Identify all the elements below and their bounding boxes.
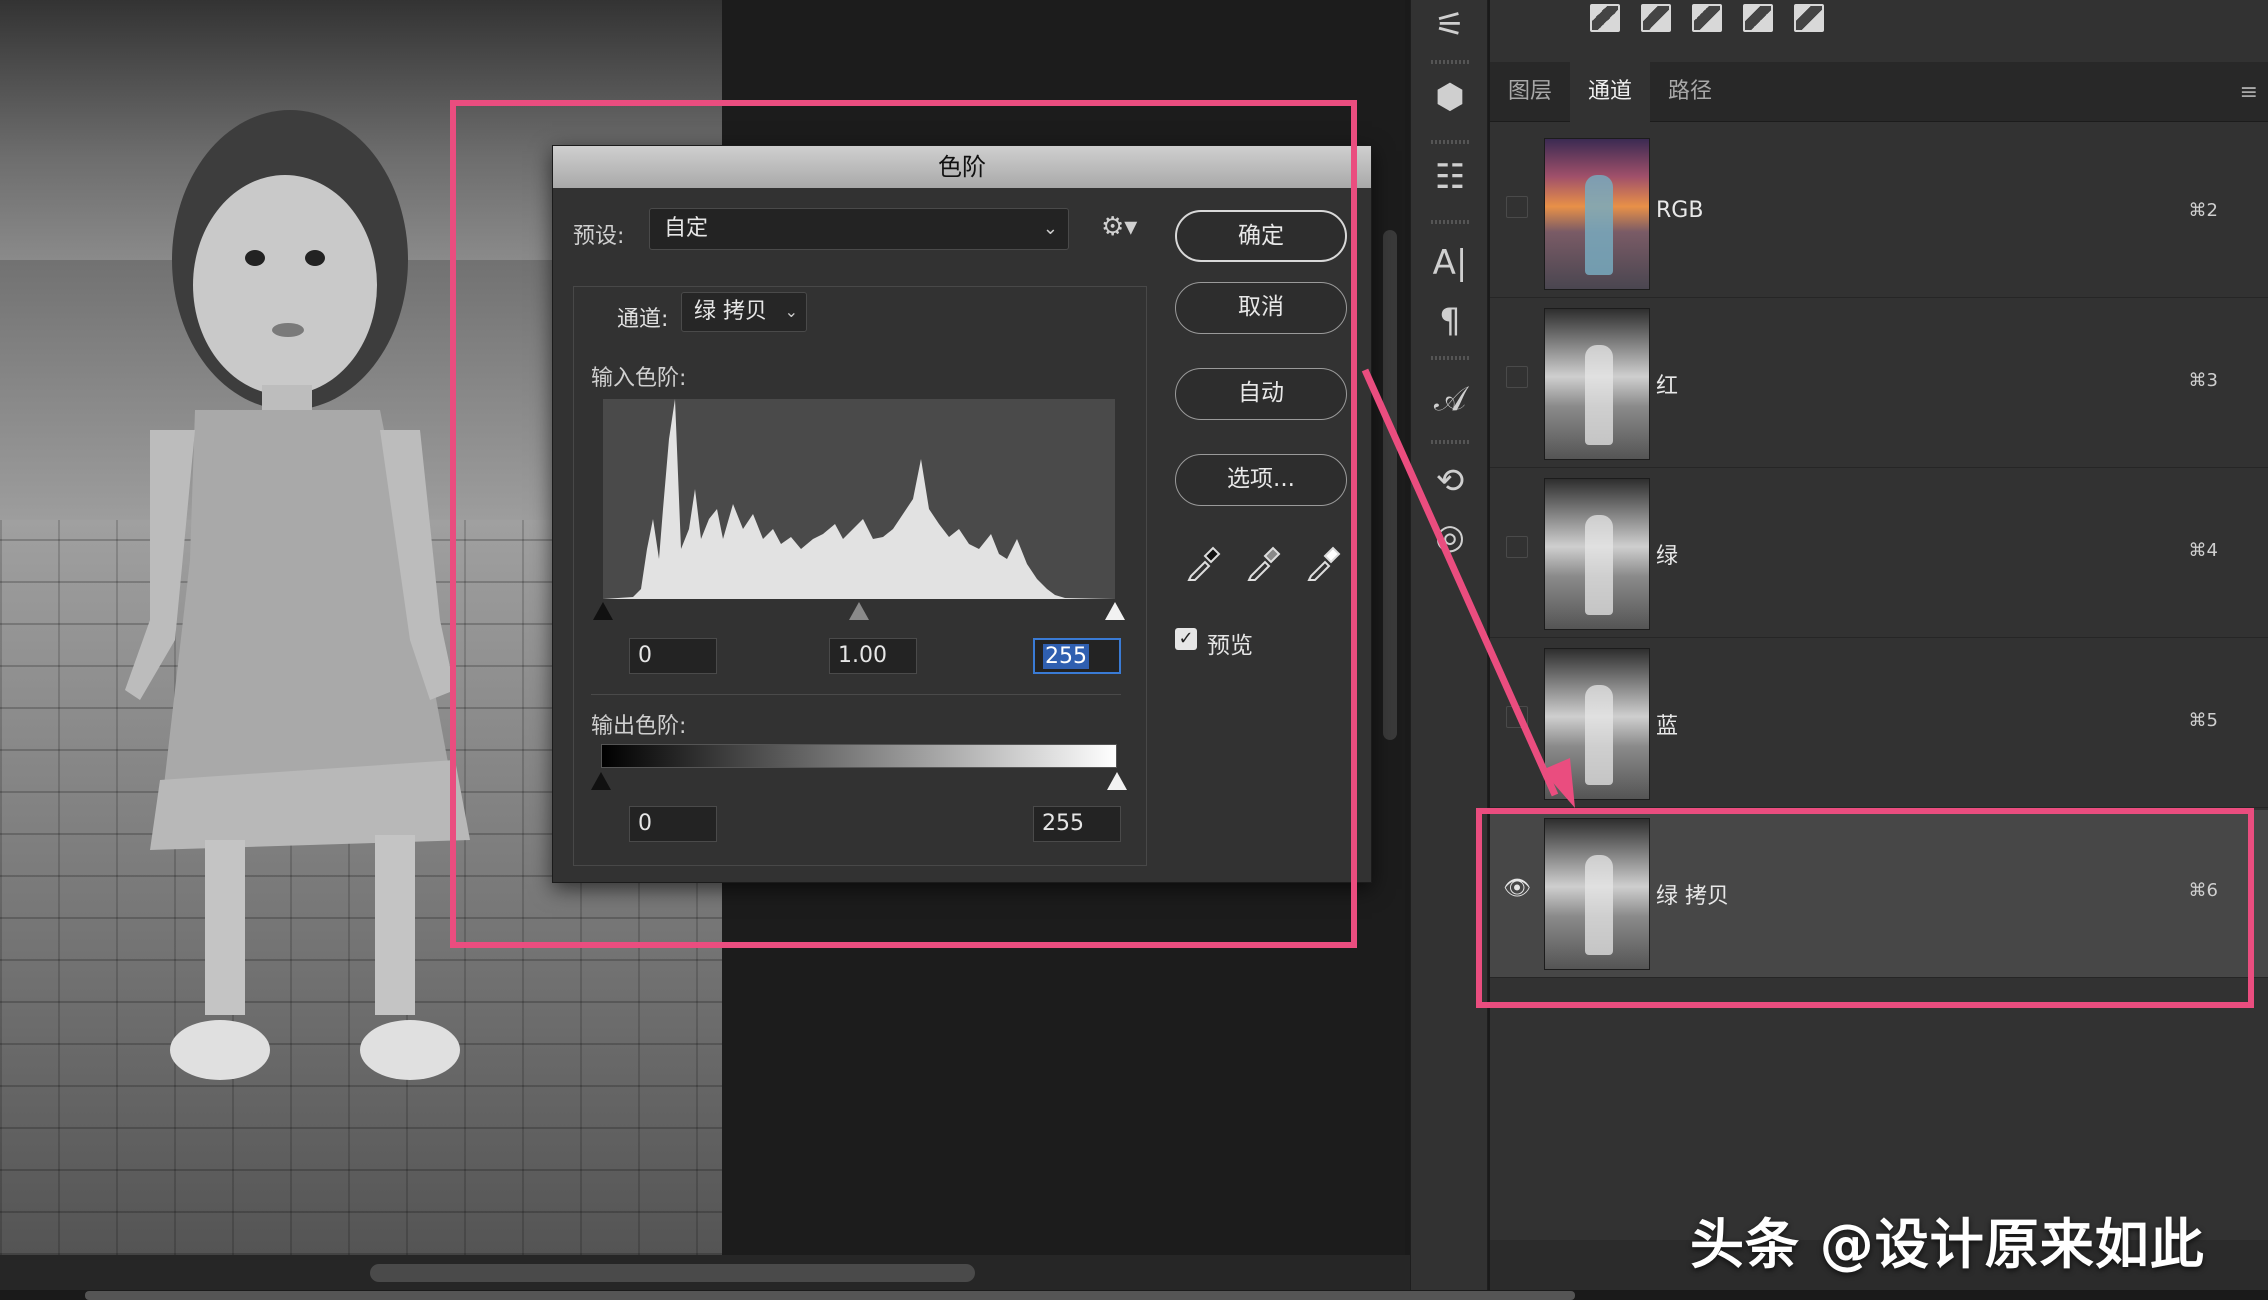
photoshop-window: 色阶 预设: 自定 ⌄ ⚙▾ 通道: 绿 拷贝 ⌄ 输入色阶: 0 1.00 2…	[0, 0, 2268, 1300]
watermark: 头条 @设计原来如此	[1690, 1200, 2205, 1279]
annotation-arrow	[0, 0, 2268, 1300]
